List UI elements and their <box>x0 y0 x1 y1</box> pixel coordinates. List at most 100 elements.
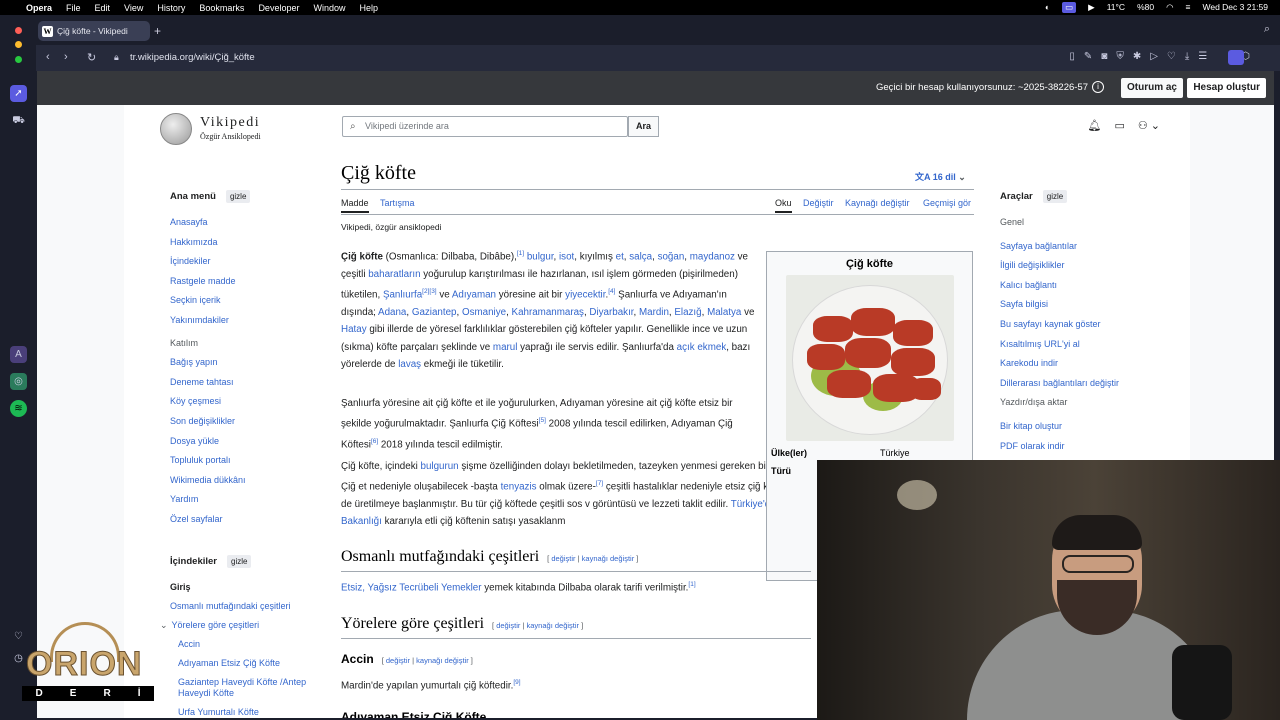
languages-button[interactable]: 文A 16 dil ⌄ <box>915 170 966 183</box>
ref[interactable]: [2][3] <box>422 288 436 295</box>
login-button[interactable]: Oturum aç <box>1120 78 1183 98</box>
tool-short-url[interactable]: Kısaltılmış URL'yi al <box>1000 335 1150 355</box>
car-icon[interactable]: ⛟ <box>10 113 27 130</box>
wikipedia-globe-logo[interactable] <box>160 113 192 145</box>
menu-window[interactable]: Window <box>313 3 345 13</box>
control-center-icon[interactable]: ≡ <box>1186 2 1191 13</box>
menu-item-icindekiler[interactable]: İçindekiler <box>170 252 315 272</box>
tool-create-book[interactable]: Bir kitap oluştur <box>1000 417 1150 437</box>
link-et[interactable]: et <box>616 251 624 262</box>
menu-edit[interactable]: Edit <box>95 3 111 13</box>
menu-item-shop[interactable]: Wikimedia dükkânı <box>170 471 315 491</box>
tool-page-info[interactable]: Sayfa bilgisi <box>1000 295 1150 315</box>
player-icon[interactable]: ▷ <box>1150 51 1158 62</box>
reload-icon[interactable]: ↻ <box>87 51 96 64</box>
menu-item-random[interactable]: Rastgele madde <box>170 272 315 292</box>
contributions-icon[interactable]: ▭ <box>1114 119 1124 132</box>
menu-item-portal[interactable]: Topluluk portalı <box>170 451 315 471</box>
datetime[interactable]: Wed Dec 3 21:59 <box>1202 2 1268 13</box>
tool-edit-interlanguage[interactable]: Dillerarası bağlantıları değiştir <box>1000 374 1150 394</box>
link-gaziantep[interactable]: Gaziantep <box>412 307 457 318</box>
menu-item-help[interactable]: Yardım <box>170 490 315 510</box>
ref[interactable]: [1] <box>688 581 695 588</box>
edit-link[interactable]: değiştir <box>496 621 520 630</box>
link-sanliurfa[interactable]: Şanlıurfa <box>383 289 422 300</box>
menu-item-hakkimizda[interactable]: Hakkımızda <box>170 233 315 253</box>
search-button[interactable]: Ara <box>628 116 659 137</box>
menu-icon[interactable]: ☰ <box>1198 51 1207 62</box>
toc-item-gaziantep[interactable]: Gaziantep Haveydi Köfte /Antep Haveydi K… <box>170 677 320 699</box>
user-menu-icon[interactable]: ⚇ ⌄ <box>1138 119 1160 132</box>
link-mardin[interactable]: Mardin <box>639 307 669 318</box>
tool-download-pdf[interactable]: PDF olarak indir <box>1000 437 1150 457</box>
tab-tartisma[interactable]: Tartışma <box>380 198 415 208</box>
display-icon[interactable]: ▭ <box>1062 2 1077 13</box>
link-yiyecek[interactable]: yiyecektir <box>565 289 605 300</box>
menu-file[interactable]: File <box>66 3 81 13</box>
link-tenyazis[interactable]: tenyazis <box>501 482 537 493</box>
tab-kaynagi-degistir[interactable]: Kaynağı değiştir <box>845 198 910 208</box>
close-window-icon[interactable] <box>15 27 22 34</box>
ref[interactable]: [5] <box>539 417 546 424</box>
toc-item-giris[interactable]: Giriş <box>170 578 320 597</box>
tab-active[interactable]: W Çiğ köfte - Vikipedi <box>38 21 150 41</box>
menu-item-village-pump[interactable]: Köy çeşmesi <box>170 392 315 412</box>
menu-opera[interactable]: Opera <box>26 3 52 13</box>
tool-what-links-here[interactable]: Sayfaya bağlantılar <box>1000 237 1150 257</box>
menu-item-nearby[interactable]: Yakınımdakiler <box>170 311 315 331</box>
menu-item-donate[interactable]: Bağış yapın <box>170 353 315 373</box>
weather-text[interactable]: 11°C <box>1107 2 1125 13</box>
link-salca[interactable]: salça <box>629 251 652 262</box>
tool-qr-code[interactable]: Karekodu indir <box>1000 354 1150 374</box>
toc-item-osmanli[interactable]: Osmanlı mutfağındaki çeşitleri <box>170 597 320 616</box>
link-lavas[interactable]: lavaş <box>398 359 421 370</box>
tools-hide-button[interactable]: gizle <box>1042 190 1068 203</box>
menu-developer[interactable]: Developer <box>258 3 299 13</box>
search-input[interactable]: ⌕ Vikipedi üzerinde ara <box>342 116 628 137</box>
snapshot-icon[interactable]: ◙ <box>1101 51 1107 62</box>
edit-link[interactable]: değiştir <box>551 554 575 563</box>
tool-related-changes[interactable]: İlgili değişiklikler <box>1000 256 1150 276</box>
tab-madde[interactable]: Madde <box>341 198 369 213</box>
edit-source-link[interactable]: kaynağı değiştir <box>416 656 469 665</box>
zoom-window-icon[interactable] <box>15 56 22 63</box>
menu-bookmarks[interactable]: Bookmarks <box>199 3 244 13</box>
toc-hide-button[interactable]: gizle <box>227 555 252 568</box>
tab-oku[interactable]: Oku <box>775 198 792 213</box>
forward-icon[interactable]: › <box>64 51 68 63</box>
menu-item-featured[interactable]: Seçkin içerik <box>170 291 315 311</box>
lock-icon[interactable]: 🔒︎ <box>114 52 119 63</box>
link-malatya[interactable]: Malatya <box>707 307 741 318</box>
link-sogan[interactable]: soğan <box>658 251 685 262</box>
back-icon[interactable]: ‹ <box>46 51 50 63</box>
toc-item-yoreler[interactable]: ⌄ Yörelere göre çeşitleri <box>160 616 320 635</box>
toc-item-adiyaman[interactable]: Adıyaman Etsiz Çiğ Köfte <box>170 654 320 673</box>
link-maydanoz[interactable]: maydanoz <box>690 251 735 262</box>
shield-icon[interactable]: ⛨ <box>1116 51 1124 62</box>
reader-icon[interactable]: ▯ <box>1069 51 1075 62</box>
link-adiyaman[interactable]: Adıyaman <box>452 289 496 300</box>
ref[interactable]: [9] <box>513 679 520 686</box>
notifications-icon[interactable]: 🔔︎ <box>1087 119 1101 132</box>
profile-icon[interactable] <box>1228 50 1244 65</box>
link-osmaniye[interactable]: Osmaniye <box>462 307 506 318</box>
battery-text[interactable]: %80 <box>1137 2 1154 13</box>
favorites-icon[interactable]: ♡ <box>1167 51 1176 62</box>
info-icon[interactable]: i <box>1092 81 1104 93</box>
chatgpt-icon[interactable]: ◎ <box>10 373 27 390</box>
link-acik-ekmek[interactable]: açık ekmek <box>677 342 727 353</box>
link-elazig[interactable]: Elazığ <box>674 307 701 318</box>
link-bulgur[interactable]: bulgur <box>527 251 554 262</box>
link-isot[interactable]: isot <box>559 251 574 262</box>
tab-search-icon[interactable]: ⌕ <box>1264 23 1270 36</box>
toc-item-urfa[interactable]: Urfa Yumurtalı Köfte <box>170 703 320 718</box>
wifi-icon[interactable]: ◠ <box>1166 2 1173 13</box>
download-icon[interactable]: ⤓ <box>1185 51 1189 62</box>
aria-icon[interactable]: A <box>10 346 27 363</box>
create-account-button[interactable]: Hesap oluştur <box>1187 78 1266 98</box>
tab-gecmisi-gor[interactable]: Geçmişi gör <box>923 198 971 208</box>
edit-link[interactable]: değiştir <box>386 656 410 665</box>
new-tab-icon[interactable]: + <box>154 24 161 38</box>
menu-item-recent-changes[interactable]: Son değişiklikler <box>170 412 315 432</box>
link-adana[interactable]: Adana <box>378 307 406 318</box>
